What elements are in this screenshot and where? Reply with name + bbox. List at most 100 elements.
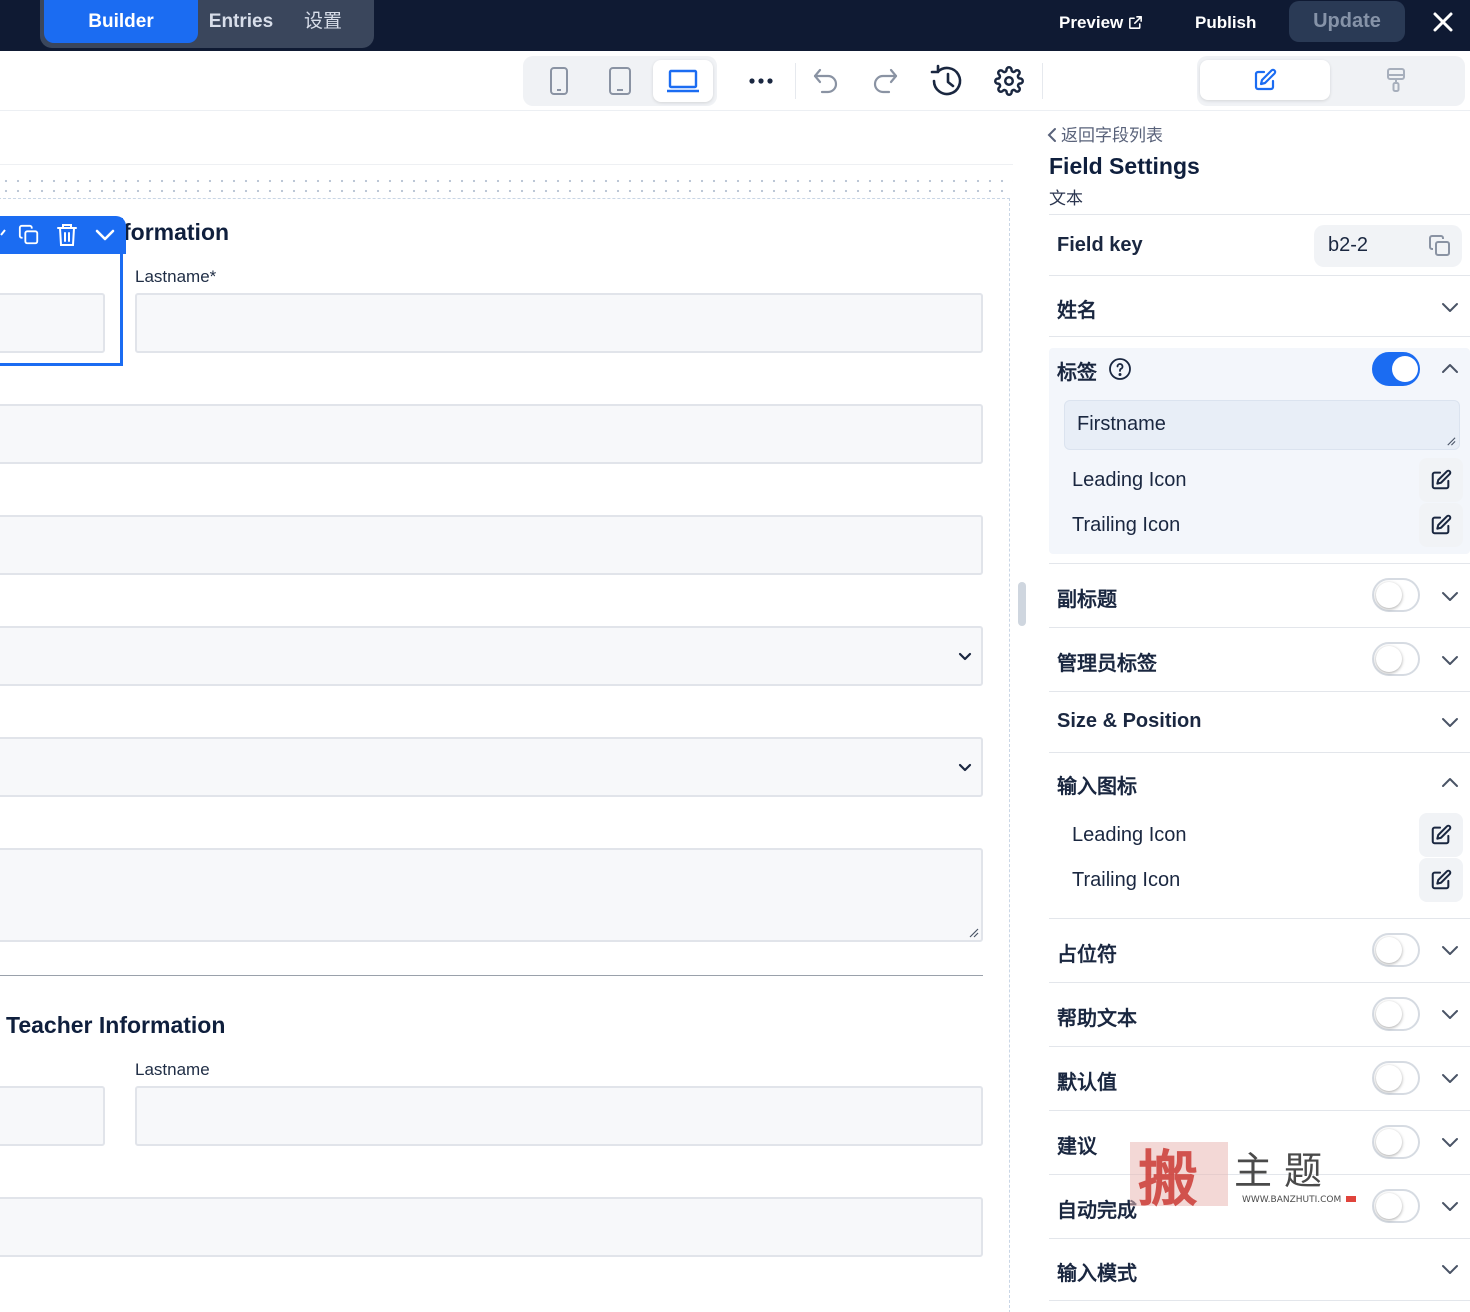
chevron-up-icon[interactable] [1440,359,1460,379]
firstname-input[interactable] [0,1086,105,1146]
divider [1049,752,1470,753]
lastname-input[interactable] [135,293,983,353]
history-icon[interactable] [926,61,966,101]
edit-pencil-icon[interactable] [1200,60,1330,100]
chevron-down-icon[interactable] [1440,1068,1460,1088]
edit-trailing-icon-button[interactable] [1419,503,1463,547]
autocomplete-toggle[interactable] [1372,1189,1420,1223]
chevron-up-icon[interactable] [1440,773,1460,793]
chevron-down-icon[interactable] [1440,297,1460,317]
lastname-input[interactable] [135,1086,983,1146]
firstname-input[interactable] [0,293,105,353]
chevron-down-icon[interactable] [1440,1259,1460,1279]
tab-entries[interactable]: Entries [186,0,296,43]
divider [1049,1300,1470,1301]
edit-pencil-icon [1431,469,1452,490]
chevron-down-icon[interactable] [1440,940,1460,960]
settings-gear-icon[interactable] [989,61,1029,101]
textarea-input[interactable] [0,848,983,942]
drop-zone-dots [0,176,1013,196]
canvas-scrollbar[interactable] [1018,582,1026,626]
leading-icon-label: Leading Icon [1072,824,1187,846]
text-input[interactable] [0,1197,983,1257]
chevron-down-icon[interactable] [1440,586,1460,606]
divider [1049,982,1470,983]
admin-label-toggle[interactable] [1372,642,1420,676]
trash-icon[interactable] [48,216,86,254]
edit-icon[interactable] [0,216,10,254]
publish-button[interactable]: Publish [1195,9,1256,37]
chevron-down-icon[interactable] [1440,650,1460,670]
placeholder-toggle[interactable] [1372,933,1420,967]
panel-mode-switcher [1197,56,1465,106]
section-title-1: formation [123,219,230,245]
toggle-knob [1392,356,1418,382]
redo-icon[interactable] [865,61,905,101]
select-input[interactable] [0,737,983,797]
mode-tabs: Builder Entries 设置 [40,0,374,48]
tag-toggle[interactable] [1372,352,1420,386]
mobile-icon[interactable] [529,60,589,102]
text-input[interactable] [0,404,983,464]
undo-icon[interactable] [806,61,846,101]
edit-pencil-icon [1431,514,1452,535]
svg-text:主题: 主题 [1234,1149,1334,1193]
divider [1049,336,1470,337]
update-button[interactable]: Update [1289,1,1405,42]
device-switcher [523,56,717,106]
resize-grip-icon[interactable] [967,926,979,938]
subtitle-toggle[interactable] [1372,578,1420,612]
back-link-label: 返回字段列表 [1061,126,1163,146]
close-icon[interactable] [1428,7,1458,37]
edit-leading-icon-button[interactable] [1419,458,1463,502]
chevron-down-icon[interactable] [86,216,124,254]
placeholder-section-label: 占位符 [1057,942,1117,966]
name-section-label: 姓名 [1057,298,1097,322]
tablet-icon[interactable] [590,60,650,102]
more-icon[interactable] [741,61,781,101]
chevron-down-icon[interactable] [1440,1004,1460,1024]
toggle-knob [1376,582,1402,608]
chevron-down-icon[interactable] [1440,712,1460,732]
help-circle-icon[interactable] [1108,357,1132,381]
duplicate-icon[interactable] [10,216,48,254]
section-divider [0,975,983,976]
trailing-icon-label: Trailing Icon [1072,514,1181,536]
panel-subtitle: 文本 [1049,189,1083,209]
field-key-label: Field key [1057,234,1143,256]
help-text-toggle[interactable] [1372,997,1420,1031]
external-link-icon [1129,16,1143,29]
subtitle-section-label: 副标题 [1057,587,1117,611]
tab-builder[interactable]: Builder [44,0,198,43]
laptop-icon[interactable] [653,60,713,102]
tab-settings[interactable]: 设置 [290,0,356,43]
paint-brush-icon[interactable] [1331,60,1461,100]
suggestion-toggle[interactable] [1372,1125,1420,1159]
section-title-2: Teacher Information [6,1012,226,1038]
form-canvas: formation Lastname* Teacher Information … [0,112,1027,1312]
input-mode-section-label: 输入模式 [1057,1261,1137,1285]
select-input[interactable] [0,626,983,686]
label-textarea[interactable]: Firstname [1064,400,1460,450]
chevron-down-icon[interactable] [1440,1196,1460,1216]
edit-leading-icon-button[interactable] [1419,813,1463,857]
toolbar-divider [795,63,796,99]
field-key-box[interactable]: b2-2 [1314,225,1462,267]
back-to-field-list[interactable]: 返回字段列表 [1047,121,1163,146]
resize-grip-icon[interactable] [1445,435,1456,446]
chevron-left-icon [1047,128,1056,142]
divider [1049,563,1470,564]
text-input[interactable] [0,515,983,575]
preview-button[interactable]: Preview [1059,9,1144,37]
divider [1049,691,1470,692]
copy-icon[interactable] [1428,234,1452,258]
lastname-label: Lastname* [135,267,217,286]
autocomplete-section-label: 自动完成 [1057,1198,1137,1222]
toolbar-divider [1042,63,1043,99]
help-text-section-label: 帮助文本 [1057,1006,1137,1030]
suggestion-section-label: 建议 [1057,1134,1097,1158]
canvas-top-line [0,164,1013,165]
chevron-down-icon[interactable] [1440,1132,1460,1152]
edit-trailing-icon-button[interactable] [1419,858,1463,902]
default-value-toggle[interactable] [1372,1061,1420,1095]
